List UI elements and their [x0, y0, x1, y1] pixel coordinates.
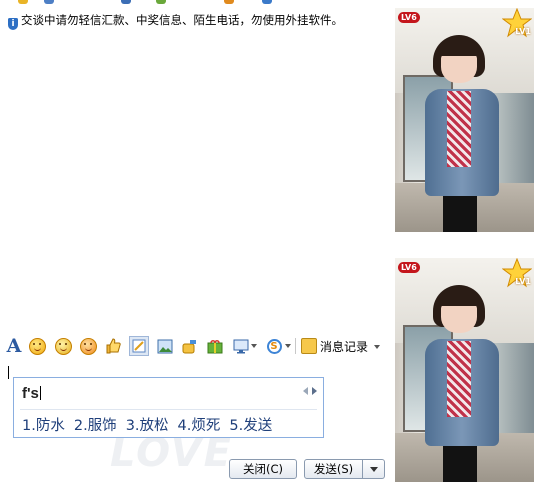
ime-composition: f's — [22, 385, 41, 402]
ime-candidate[interactable]: 3.放松 — [126, 414, 169, 435]
smiley-icon[interactable] — [27, 336, 47, 356]
send-options-button[interactable] — [363, 459, 385, 479]
level-badge: LV1 — [515, 27, 531, 36]
input-toolbar: A S 消息记录 — [0, 334, 390, 358]
ime-candidate-list: 1.防水 2.服饰 3.放松 4.烦死 5.发送 — [22, 414, 272, 435]
toolbar-separator — [295, 338, 296, 354]
ime-candidate[interactable]: 4.烦死 — [178, 414, 221, 435]
chevron-down-icon — [369, 466, 378, 472]
message-display-area[interactable]: i 交谈中请勿轻信汇款、中奖信息、陌生电话，勿使用外挂软件。 — [0, 6, 390, 330]
send-button[interactable]: 发送(S) — [304, 459, 363, 479]
picture-icon[interactable] — [155, 336, 175, 356]
gift-icon[interactable] — [205, 336, 225, 356]
chevron-down-icon — [374, 345, 381, 349]
thumbs-up-icon[interactable] — [103, 336, 123, 356]
message-history-label: 消息记录 — [320, 339, 369, 354]
soso-icon[interactable]: S — [264, 336, 284, 356]
ime-candidate-window: f's 1.防水 2.服饰 3.放松 4.烦死 5.发送 — [13, 377, 324, 438]
animated-face-icon[interactable] — [53, 336, 73, 356]
music-icon[interactable] — [180, 336, 200, 356]
font-icon[interactable]: A — [4, 335, 24, 357]
ime-candidate[interactable]: 1.防水 — [22, 414, 65, 435]
screen-share-dropdown-arrow[interactable] — [251, 344, 257, 348]
screenshot-icon[interactable] — [129, 336, 149, 356]
ime-candidate[interactable]: 2.服饰 — [74, 414, 117, 435]
screen-share-icon[interactable] — [231, 336, 251, 356]
text-caret — [8, 366, 9, 379]
ime-prev-page-icon[interactable] — [303, 387, 308, 395]
wink-face-icon[interactable] — [78, 336, 98, 356]
ime-page-arrows — [303, 387, 317, 395]
vip-badge: LV6 — [398, 12, 420, 23]
contact-show-photo[interactable]: LV6 LV1 — [395, 8, 534, 232]
shield-icon: i — [8, 18, 18, 30]
security-notice-text: 交谈中请勿轻信汇款、中奖信息、陌生电话，勿使用外挂软件。 — [21, 13, 343, 27]
security-notice: i 交谈中请勿轻信汇款、中奖信息、陌生电话，勿使用外挂软件。 — [8, 12, 343, 30]
vip-badge: LV6 — [398, 262, 420, 273]
message-history-button[interactable]: 消息记录 — [301, 336, 381, 356]
history-icon — [301, 338, 317, 354]
my-show-photo[interactable]: LV6 LV1 — [395, 258, 534, 482]
ime-next-page-icon[interactable] — [312, 387, 317, 395]
level-badge: LV1 — [515, 277, 531, 286]
ime-candidate[interactable]: 5.发送 — [229, 414, 272, 435]
ime-divider — [20, 409, 317, 410]
soso-dropdown-arrow[interactable] — [285, 344, 291, 348]
close-button[interactable]: 关闭(C) — [229, 459, 297, 479]
